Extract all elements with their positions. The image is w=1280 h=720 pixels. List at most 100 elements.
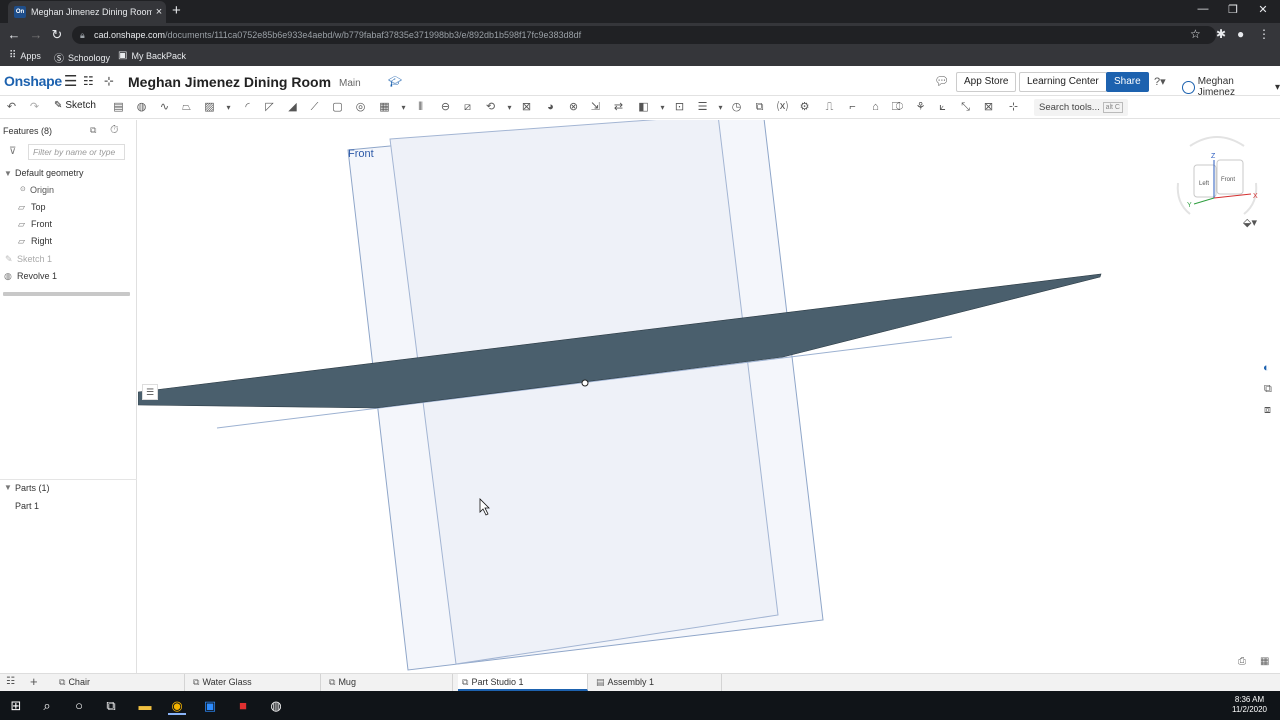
section-view-icon[interactable]: ⧉: [752, 100, 767, 115]
flange-icon[interactable]: ⌐: [845, 100, 860, 115]
cortana-icon[interactable]: ○: [70, 697, 88, 715]
tab-assembly-1[interactable]: ▤ Assembly 1: [592, 674, 722, 691]
origin-point[interactable]: [581, 379, 589, 387]
document-name[interactable]: Meghan Jimenez Dining Room: [128, 74, 331, 90]
filter-icon[interactable]: ⊽: [9, 146, 16, 157]
draft-icon[interactable]: ◢: [285, 100, 300, 115]
file-explorer-icon[interactable]: ▬: [136, 697, 154, 715]
search-icon[interactable]: ⌕: [38, 697, 56, 715]
sheet-metal-icon[interactable]: ⎍: [822, 100, 837, 115]
feature-revolve-1[interactable]: Revolve 1: [17, 271, 57, 281]
split-icon[interactable]: ⧄: [460, 100, 475, 115]
appearance-panel-icon[interactable]: ◐: [1263, 362, 1270, 374]
rendering-icon[interactable]: ▦: [1260, 656, 1269, 667]
obs-icon[interactable]: ◍: [267, 697, 285, 715]
reload-icon[interactable]: ↻: [49, 27, 65, 43]
thicken-icon[interactable]: ▨: [202, 100, 217, 115]
show-feature-list-icon[interactable]: ☰: [142, 384, 158, 400]
chrome-icon[interactable]: ◉: [168, 697, 186, 715]
form-icon[interactable]: ⚘: [913, 100, 928, 115]
tab-water-glass[interactable]: ⧉ Water Glass: [189, 674, 321, 691]
app-store-button[interactable]: App Store: [956, 72, 1017, 92]
view-options-icon[interactable]: ⬙▾: [1243, 216, 1257, 229]
rollback-bar[interactable]: [3, 292, 130, 296]
chevron-down-icon[interactable]: ▼: [4, 483, 12, 492]
extrude-icon[interactable]: ▤: [111, 100, 126, 115]
undo-icon[interactable]: ↶: [4, 100, 19, 115]
feature-right-plane[interactable]: Right: [31, 236, 52, 246]
chamfer-icon[interactable]: ◸: [262, 100, 277, 115]
filter-field[interactable]: Filter by name or type: [28, 144, 125, 160]
tab-part-studio-1[interactable]: ⧉ Part Studio 1: [458, 674, 588, 691]
bookmark-my-backpack[interactable]: ▣ My BackPack: [118, 50, 186, 61]
forward-icon[interactable]: →: [28, 27, 44, 42]
extensions-icon[interactable]: ✱: [1216, 27, 1226, 41]
view-cube[interactable]: Left Front Z X Y: [1172, 128, 1262, 228]
add-custom-feature-icon[interactable]: ⊹: [1006, 100, 1021, 115]
replace-face-icon[interactable]: ⇄: [611, 100, 626, 115]
chevron-down-icon[interactable]: ▼: [4, 169, 12, 178]
chevron-down-icon[interactable]: ▾: [502, 100, 517, 115]
rib-icon[interactable]: ⟋: [307, 100, 322, 115]
minimize-icon[interactable]: —: [1188, 3, 1218, 15]
transform-icon[interactable]: ⟲: [483, 100, 498, 115]
boolean-icon[interactable]: ⊖: [438, 100, 453, 115]
back-icon[interactable]: ←: [6, 27, 22, 42]
plane-icon[interactable]: ◧: [636, 100, 651, 115]
chevron-down-icon[interactable]: ▾: [713, 100, 728, 115]
browser-menu-icon[interactable]: ⋮: [1258, 27, 1270, 41]
mate-connector-icon[interactable]: ⊡: [672, 100, 687, 115]
url-field[interactable]: 🔒︎ cad.onshape.com/documents/111ca0752e8…: [72, 26, 1216, 44]
finish-sheet-metal-icon[interactable]: ⊠: [981, 100, 996, 115]
bookmark-schoology[interactable]: Ⓢ Schoology: [54, 50, 110, 66]
browser-tab[interactable]: On Meghan Jimenez Dining Room | ×: [8, 1, 166, 23]
bookmark-apps[interactable]: ⠿ Apps: [9, 50, 41, 61]
user-menu[interactable]: Meghan Jimenez ▾: [1182, 76, 1280, 98]
close-window-icon[interactable]: ✕: [1248, 3, 1278, 16]
windows-start-icon[interactable]: ⊞: [7, 697, 25, 715]
shell-icon[interactable]: ▢: [330, 100, 345, 115]
hole-icon[interactable]: ◎: [353, 100, 368, 115]
branch-name[interactable]: Main: [339, 78, 361, 89]
feature-sketch-1[interactable]: Sketch 1: [17, 254, 52, 264]
add-tab-icon[interactable]: +: [30, 674, 38, 689]
loft-icon[interactable]: ⏢: [179, 100, 194, 115]
part-item[interactable]: Part 1: [15, 501, 39, 511]
feature-folder-icon[interactable]: ⧉: [90, 125, 96, 136]
delete-face-icon[interactable]: ⊗: [566, 100, 581, 115]
configure-icon[interactable]: ⚙: [797, 100, 812, 115]
comment-icon[interactable]: 💬︎: [934, 74, 949, 88]
tab-chair[interactable]: ⧉ Chair: [55, 674, 185, 691]
model-canvas[interactable]: Front: [138, 120, 1280, 673]
default-geometry-folder[interactable]: Default geometry: [15, 168, 84, 178]
sweep-icon[interactable]: ∿: [157, 100, 172, 115]
print-icon[interactable]: ⎙: [1238, 656, 1246, 667]
share-button[interactable]: Share: [1106, 72, 1149, 92]
restore-icon[interactable]: ❐: [1218, 3, 1248, 16]
solidworks-icon[interactable]: ■: [234, 697, 252, 715]
bookmark-star-icon[interactable]: ☆: [1190, 27, 1201, 41]
feature-front-plane[interactable]: Front: [31, 219, 52, 229]
feature-list-icon[interactable]: ☷: [83, 74, 94, 88]
corner-icon[interactable]: ⟀: [935, 100, 950, 115]
feature-origin[interactable]: Origin: [30, 185, 54, 195]
profile-icon[interactable]: ●: [1237, 27, 1244, 41]
zoom-icon[interactable]: ▣: [201, 697, 219, 715]
tab-manager-icon[interactable]: ☷: [6, 676, 15, 687]
chevron-down-icon[interactable]: ▾: [396, 100, 411, 115]
rollback-timer-icon[interactable]: ⏱: [110, 124, 119, 137]
front-plane-label[interactable]: Front: [348, 148, 374, 160]
fillet-icon[interactable]: ◜: [240, 100, 255, 115]
rip-icon[interactable]: ⤡: [958, 100, 973, 115]
helix-icon[interactable]: ☰: [695, 100, 710, 115]
parts-header[interactable]: Parts (1): [15, 483, 50, 493]
linear-pattern-icon[interactable]: ▦: [377, 100, 392, 115]
system-clock[interactable]: 8:36 AM 11/2/2020: [1232, 695, 1267, 715]
graduation-cap-icon[interactable]: 🎓︎: [388, 75, 402, 88]
onshape-logo[interactable]: Onshape: [4, 73, 62, 89]
modify-fillet-icon[interactable]: ◕: [543, 100, 558, 115]
mirror-icon[interactable]: ⫴: [413, 100, 428, 115]
hamburger-menu-icon[interactable]: ☰: [64, 72, 77, 90]
close-tab-icon[interactable]: ×: [152, 6, 166, 18]
tab-mug[interactable]: ⧉ Mug: [325, 674, 453, 691]
